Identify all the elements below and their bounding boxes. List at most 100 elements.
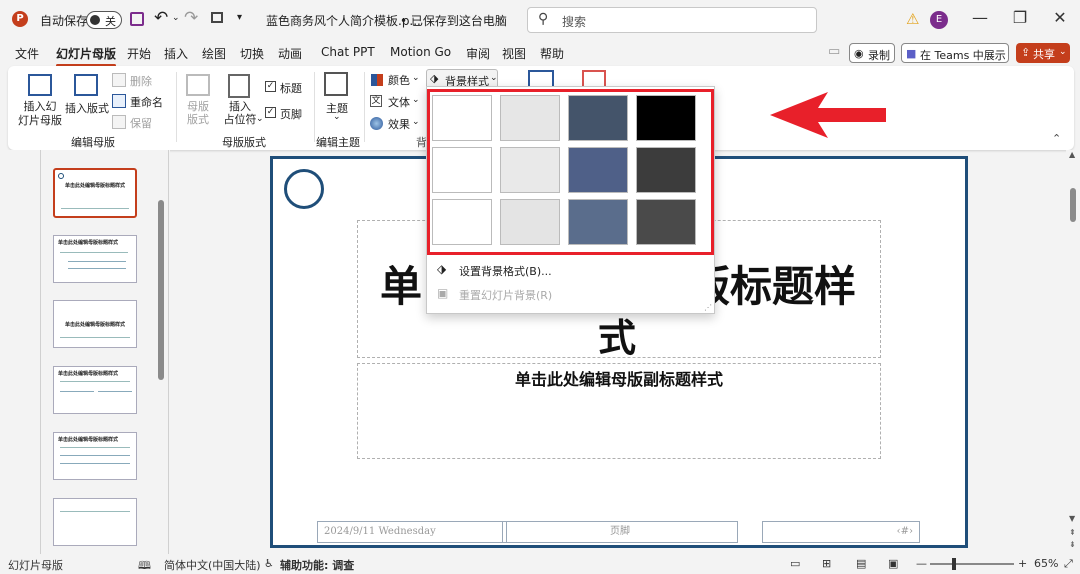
save-status[interactable]: • 已保存到这台电脑 (400, 12, 507, 29)
thumbnail-line (60, 252, 128, 253)
subtitle-text: 单击此处编辑母版副标题样式 (514, 370, 723, 389)
save-icon[interactable] (130, 12, 144, 26)
powerpoint-logo-icon: P (12, 11, 28, 27)
slide-thumbnail[interactable]: 单击此处编辑母版标题样式 (53, 235, 137, 283)
minimize-icon[interactable]: — (970, 8, 990, 27)
present-icon[interactable] (211, 12, 223, 23)
accessibility-status[interactable]: 辅助功能: 调查 (280, 557, 354, 573)
insert-master-icon[interactable] (28, 74, 52, 96)
warning-icon[interactable]: ⚠ (906, 10, 919, 28)
scroll-down-icon[interactable]: ▼ (1069, 514, 1075, 523)
share-button[interactable]: ⇪ 共享 ⌄ (1016, 43, 1070, 63)
subtitle-placeholder[interactable]: 单击此处编辑母版副标题样式 (357, 363, 881, 459)
comment-icon[interactable]: ▭ (828, 44, 840, 59)
group-edit-theme-label: 编辑主题 (316, 136, 360, 149)
preserve-button[interactable]: 保留 (130, 115, 152, 131)
record-button[interactable]: ◉ 录制 (849, 43, 895, 63)
restore-icon[interactable]: ❐ (1010, 8, 1030, 27)
rename-button[interactable]: 重命名 (130, 94, 163, 110)
accessibility-icon[interactable]: ♿ (264, 557, 274, 570)
teams-icon: ■ (906, 47, 917, 60)
collapse-ribbon-icon[interactable]: ⌃ (1052, 132, 1061, 145)
fit-to-window-icon[interactable]: ⤢ (1064, 557, 1073, 571)
tab-chat-ppt[interactable]: Chat PPT (321, 45, 375, 59)
reset-background-menu-item[interactable]: 重置幻灯片背景(R) (459, 287, 552, 303)
slide-thumbnail[interactable]: 单击此处编辑母版标题样式 (53, 366, 137, 414)
next-slide-icon[interactable]: ⇟ (1069, 540, 1076, 549)
slide-thumbnail[interactable]: 单击此处编辑母版标题样式 (53, 168, 137, 218)
prev-slide-icon[interactable]: ⇞ (1069, 528, 1076, 537)
chevron-down-icon: ⌄ (333, 112, 341, 122)
tab-file[interactable]: 文件 (15, 45, 39, 62)
date-placeholder[interactable]: 2024/9/11 Wednesday (317, 521, 507, 543)
tab-animations[interactable]: 动画 (278, 45, 302, 62)
title-checkbox[interactable]: ✓ (265, 81, 276, 92)
ribbon-separator (364, 72, 365, 142)
menu-bar: 文件 幻灯片母版 开始 插入 绘图 切换 动画 Chat PPT Motion … (0, 40, 1080, 67)
autosave-toggle[interactable]: 关 (86, 11, 122, 29)
thumbnail-scrollbar[interactable] (158, 200, 164, 380)
slideshow-icon[interactable]: ▣ (888, 557, 898, 570)
tab-review[interactable]: 审阅 (466, 45, 490, 62)
effects-button[interactable]: 效果 (388, 116, 410, 132)
insert-layout-icon[interactable] (74, 74, 98, 96)
chevron-down-icon: ⌄ (412, 117, 420, 127)
tab-motion-go[interactable]: Motion Go (390, 45, 451, 59)
delete-button[interactable]: 删除 (130, 73, 152, 89)
tab-transitions[interactable]: 切换 (240, 45, 264, 62)
format-background-menu-item[interactable]: 设置背景格式(B)... (459, 263, 552, 279)
group-master-layout-label: 母版版式 (222, 136, 266, 149)
customize-toolbar-icon[interactable]: ▾ (237, 12, 242, 23)
avatar[interactable]: E (930, 11, 948, 29)
spellcheck-icon[interactable]: 🕮 (138, 557, 151, 574)
tab-insert[interactable]: 插入 (164, 45, 188, 62)
format-background-icon: ⬗ (437, 262, 447, 276)
tab-view[interactable]: 视图 (502, 45, 526, 62)
scroll-up-icon[interactable]: ▲ (1069, 150, 1075, 159)
master-layout-button[interactable]: 母版 版式 (182, 100, 214, 126)
scrollbar-thumb[interactable] (1070, 188, 1076, 222)
delete-icon (112, 73, 126, 87)
zoom-out-icon[interactable]: — (916, 557, 927, 570)
teams-present-button[interactable]: ■ 在 Teams 中展示 (901, 43, 1009, 63)
footer-checkbox[interactable]: ✓ (265, 107, 276, 118)
language-indicator[interactable]: 简体中文(中国大陆) (164, 557, 261, 573)
slide-thumbnail[interactable] (53, 498, 137, 546)
insert-placeholder-icon[interactable] (228, 74, 250, 98)
slide-sorter-icon[interactable]: ⊞ (822, 557, 831, 570)
tab-slide-master[interactable]: 幻灯片母版 (56, 45, 117, 67)
document-title[interactable]: 蓝色商务风个人简介模板.p... (266, 12, 421, 29)
zoom-in-icon[interactable]: + (1018, 557, 1027, 570)
share-label: 共享 (1033, 48, 1055, 61)
theme-icon[interactable] (324, 72, 348, 96)
insert-master-button[interactable]: 插入幻 灯片母版 (16, 100, 64, 128)
footer-placeholder[interactable]: 页脚 (502, 521, 738, 543)
thumbnail-line (60, 381, 130, 382)
colors-button[interactable]: 颜色 (388, 72, 410, 88)
tab-home[interactable]: 开始 (127, 45, 151, 62)
zoom-slider[interactable] (930, 558, 1014, 570)
thumbnail-line (60, 463, 130, 464)
ring-icon (284, 169, 324, 209)
slide-thumbnail[interactable]: 单击此处编辑母版标题样式 (53, 300, 137, 348)
fonts-button[interactable]: 文体 (388, 94, 410, 110)
reading-view-icon[interactable]: ▤ (856, 557, 866, 570)
normal-view-icon[interactable]: ▭ (790, 557, 800, 570)
insert-layout-button[interactable]: 插入版式 (62, 100, 112, 116)
chevron-down-icon: ⌄ (1059, 47, 1067, 57)
zoom-slider-thumb[interactable] (952, 558, 956, 570)
redo-icon[interactable]: ↷ (184, 8, 198, 28)
search-box[interactable]: ⚲ 搜索 (527, 7, 817, 33)
thumbnail-line (61, 208, 129, 209)
tab-draw[interactable]: 绘图 (202, 45, 226, 62)
zoom-level[interactable]: 65% (1034, 557, 1058, 570)
slide-thumbnail[interactable]: 单击此处编辑母版标题样式 (53, 432, 137, 480)
page-number-placeholder[interactable]: ‹#› (762, 521, 920, 543)
undo-icon[interactable]: ↶ (154, 8, 168, 28)
close-icon[interactable]: ✕ (1050, 8, 1070, 27)
tab-help[interactable]: 帮助 (540, 45, 564, 62)
undo-dropdown-icon[interactable]: ⌄ (172, 13, 180, 23)
resize-grip-icon[interactable]: ⋰ (704, 303, 712, 312)
vertical-scrollbar[interactable]: ▲ ▼ ⇞ ⇟ (1066, 150, 1080, 554)
title-text-left: 单 (380, 262, 423, 311)
